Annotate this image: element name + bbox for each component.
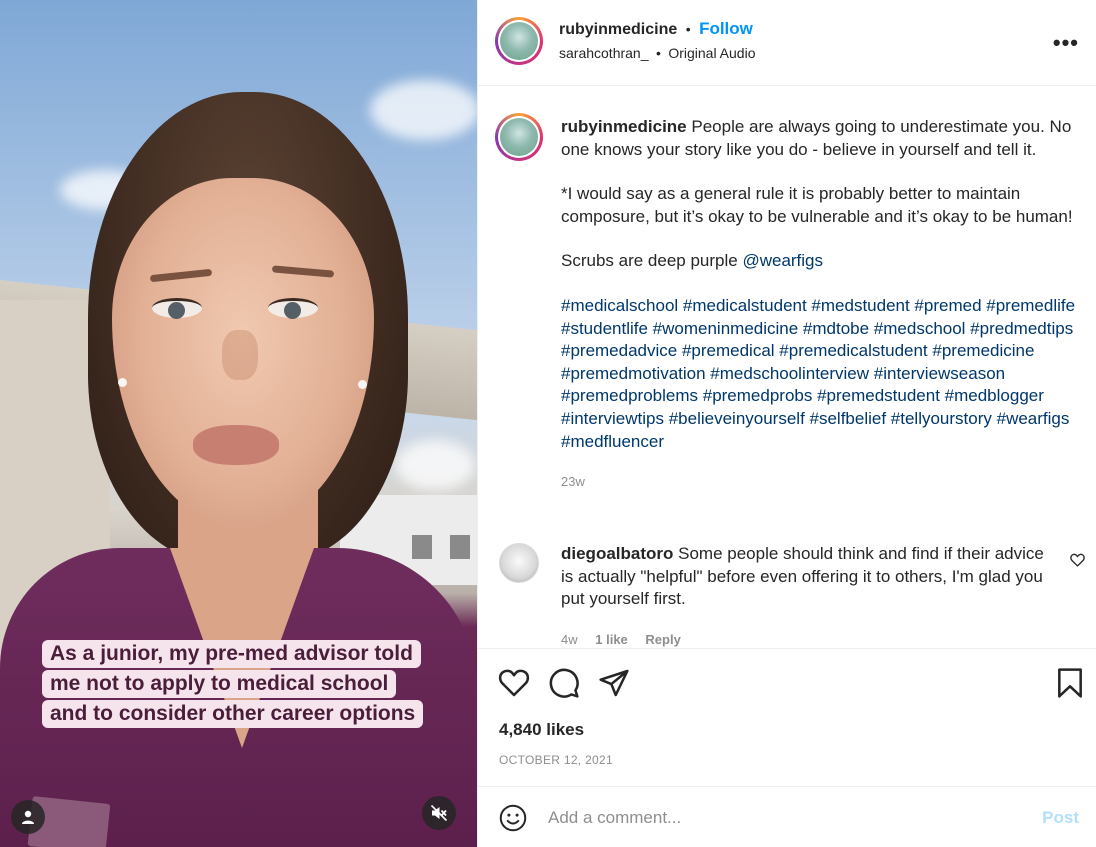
- comment-item: diegoalbatoro Some people should think a…: [561, 543, 1056, 648]
- avatar-border: [498, 20, 540, 62]
- comment-bubble-icon[interactable]: [548, 667, 580, 699]
- earring-right: [358, 380, 367, 389]
- caption-line: As a junior, my pre-med advisor told: [42, 640, 421, 668]
- author-avatar[interactable]: [495, 17, 543, 65]
- add-comment-bar: Post: [478, 786, 1096, 847]
- likes-count[interactable]: 4,840 likes: [499, 720, 584, 740]
- sky-cloud: [395, 440, 475, 490]
- video-caption: As a junior, my pre-med advisor told me …: [42, 640, 424, 730]
- audio-user-link[interactable]: sarahcothran_: [559, 45, 649, 61]
- caption-scrubs: Scrubs are deep purple @wearfigs: [561, 250, 1086, 273]
- eye-left: [152, 298, 202, 319]
- person-nose: [222, 330, 258, 380]
- like-heart-icon[interactable]: [498, 667, 530, 699]
- avatar-image: [500, 118, 538, 156]
- comment-meta: 4w 1 like Reply: [561, 629, 1056, 648]
- post-panel: rubyinmedicine • Follow sarahcothran_ • …: [477, 0, 1096, 847]
- caption-time[interactable]: 23w: [561, 471, 1086, 494]
- original-audio-link[interactable]: Original Audio: [668, 45, 755, 61]
- caption-avatar[interactable]: [495, 113, 543, 161]
- share-paper-plane-icon[interactable]: [598, 667, 630, 699]
- author-username[interactable]: rubyinmedicine: [559, 21, 677, 38]
- comment-paragraph: diegoalbatoro Some people should think a…: [561, 543, 1056, 611]
- user-icon: [22, 810, 34, 824]
- hashtag-list[interactable]: #medicalschool #medicalstudent #medstude…: [561, 295, 1086, 453]
- caption-paragraph: rubyinmedicine People are always going t…: [561, 116, 1086, 161]
- building-window: [450, 535, 470, 559]
- emoji-icon[interactable]: [499, 804, 527, 832]
- caption-username[interactable]: rubyinmedicine: [561, 117, 687, 136]
- header-title-row: rubyinmedicine • Follow: [559, 19, 753, 39]
- building-window: [412, 535, 432, 559]
- post-header: rubyinmedicine • Follow sarahcothran_ • …: [478, 0, 1096, 86]
- mention-link[interactable]: @wearfigs: [742, 251, 823, 270]
- mute-button[interactable]: [422, 796, 456, 830]
- reel-video[interactable]: As a junior, my pre-med advisor told me …: [0, 0, 477, 847]
- comment-likes[interactable]: 1 like: [595, 632, 628, 647]
- post-caption: rubyinmedicine People are always going t…: [561, 116, 1086, 494]
- comment-like-heart-icon[interactable]: [1070, 553, 1085, 567]
- caption-line: and to consider other career options: [42, 700, 424, 728]
- header-separator: •: [685, 21, 691, 37]
- commenter-avatar[interactable]: [499, 543, 539, 583]
- earring-left: [118, 378, 127, 387]
- scrubs-text: Scrubs are deep purple: [561, 251, 743, 271]
- caption-line: me not to apply to medical school: [42, 670, 397, 698]
- avatar-image: [500, 22, 538, 60]
- post-date[interactable]: OCTOBER 12, 2021: [499, 753, 613, 767]
- comment-input[interactable]: [548, 805, 1018, 831]
- sky-cloud: [370, 80, 477, 140]
- commenter-username[interactable]: diegoalbatoro: [561, 544, 673, 563]
- follow-button[interactable]: Follow: [699, 19, 753, 38]
- avatar-border: [498, 116, 540, 158]
- muted-speaker-icon: [430, 804, 448, 822]
- post-comment-button[interactable]: Post: [1042, 808, 1079, 828]
- comment-reply-button[interactable]: Reply: [645, 632, 680, 647]
- comment-time[interactable]: 4w: [561, 632, 578, 647]
- audio-separator: •: [655, 45, 661, 61]
- save-bookmark-icon[interactable]: [1054, 667, 1086, 699]
- more-options-button[interactable]: •••: [1053, 30, 1079, 56]
- eye-right: [268, 298, 318, 319]
- caption-note: *I would say as a general rule it is pro…: [561, 184, 1073, 226]
- comments-list[interactable]: rubyinmedicine People are always going t…: [478, 87, 1096, 648]
- person-lips: [193, 425, 279, 465]
- post-actions: 4,840 likes OCTOBER 12, 2021: [478, 648, 1096, 786]
- audio-row: sarahcothran_ • Original Audio: [559, 45, 756, 63]
- tagged-users-button[interactable]: [11, 800, 45, 834]
